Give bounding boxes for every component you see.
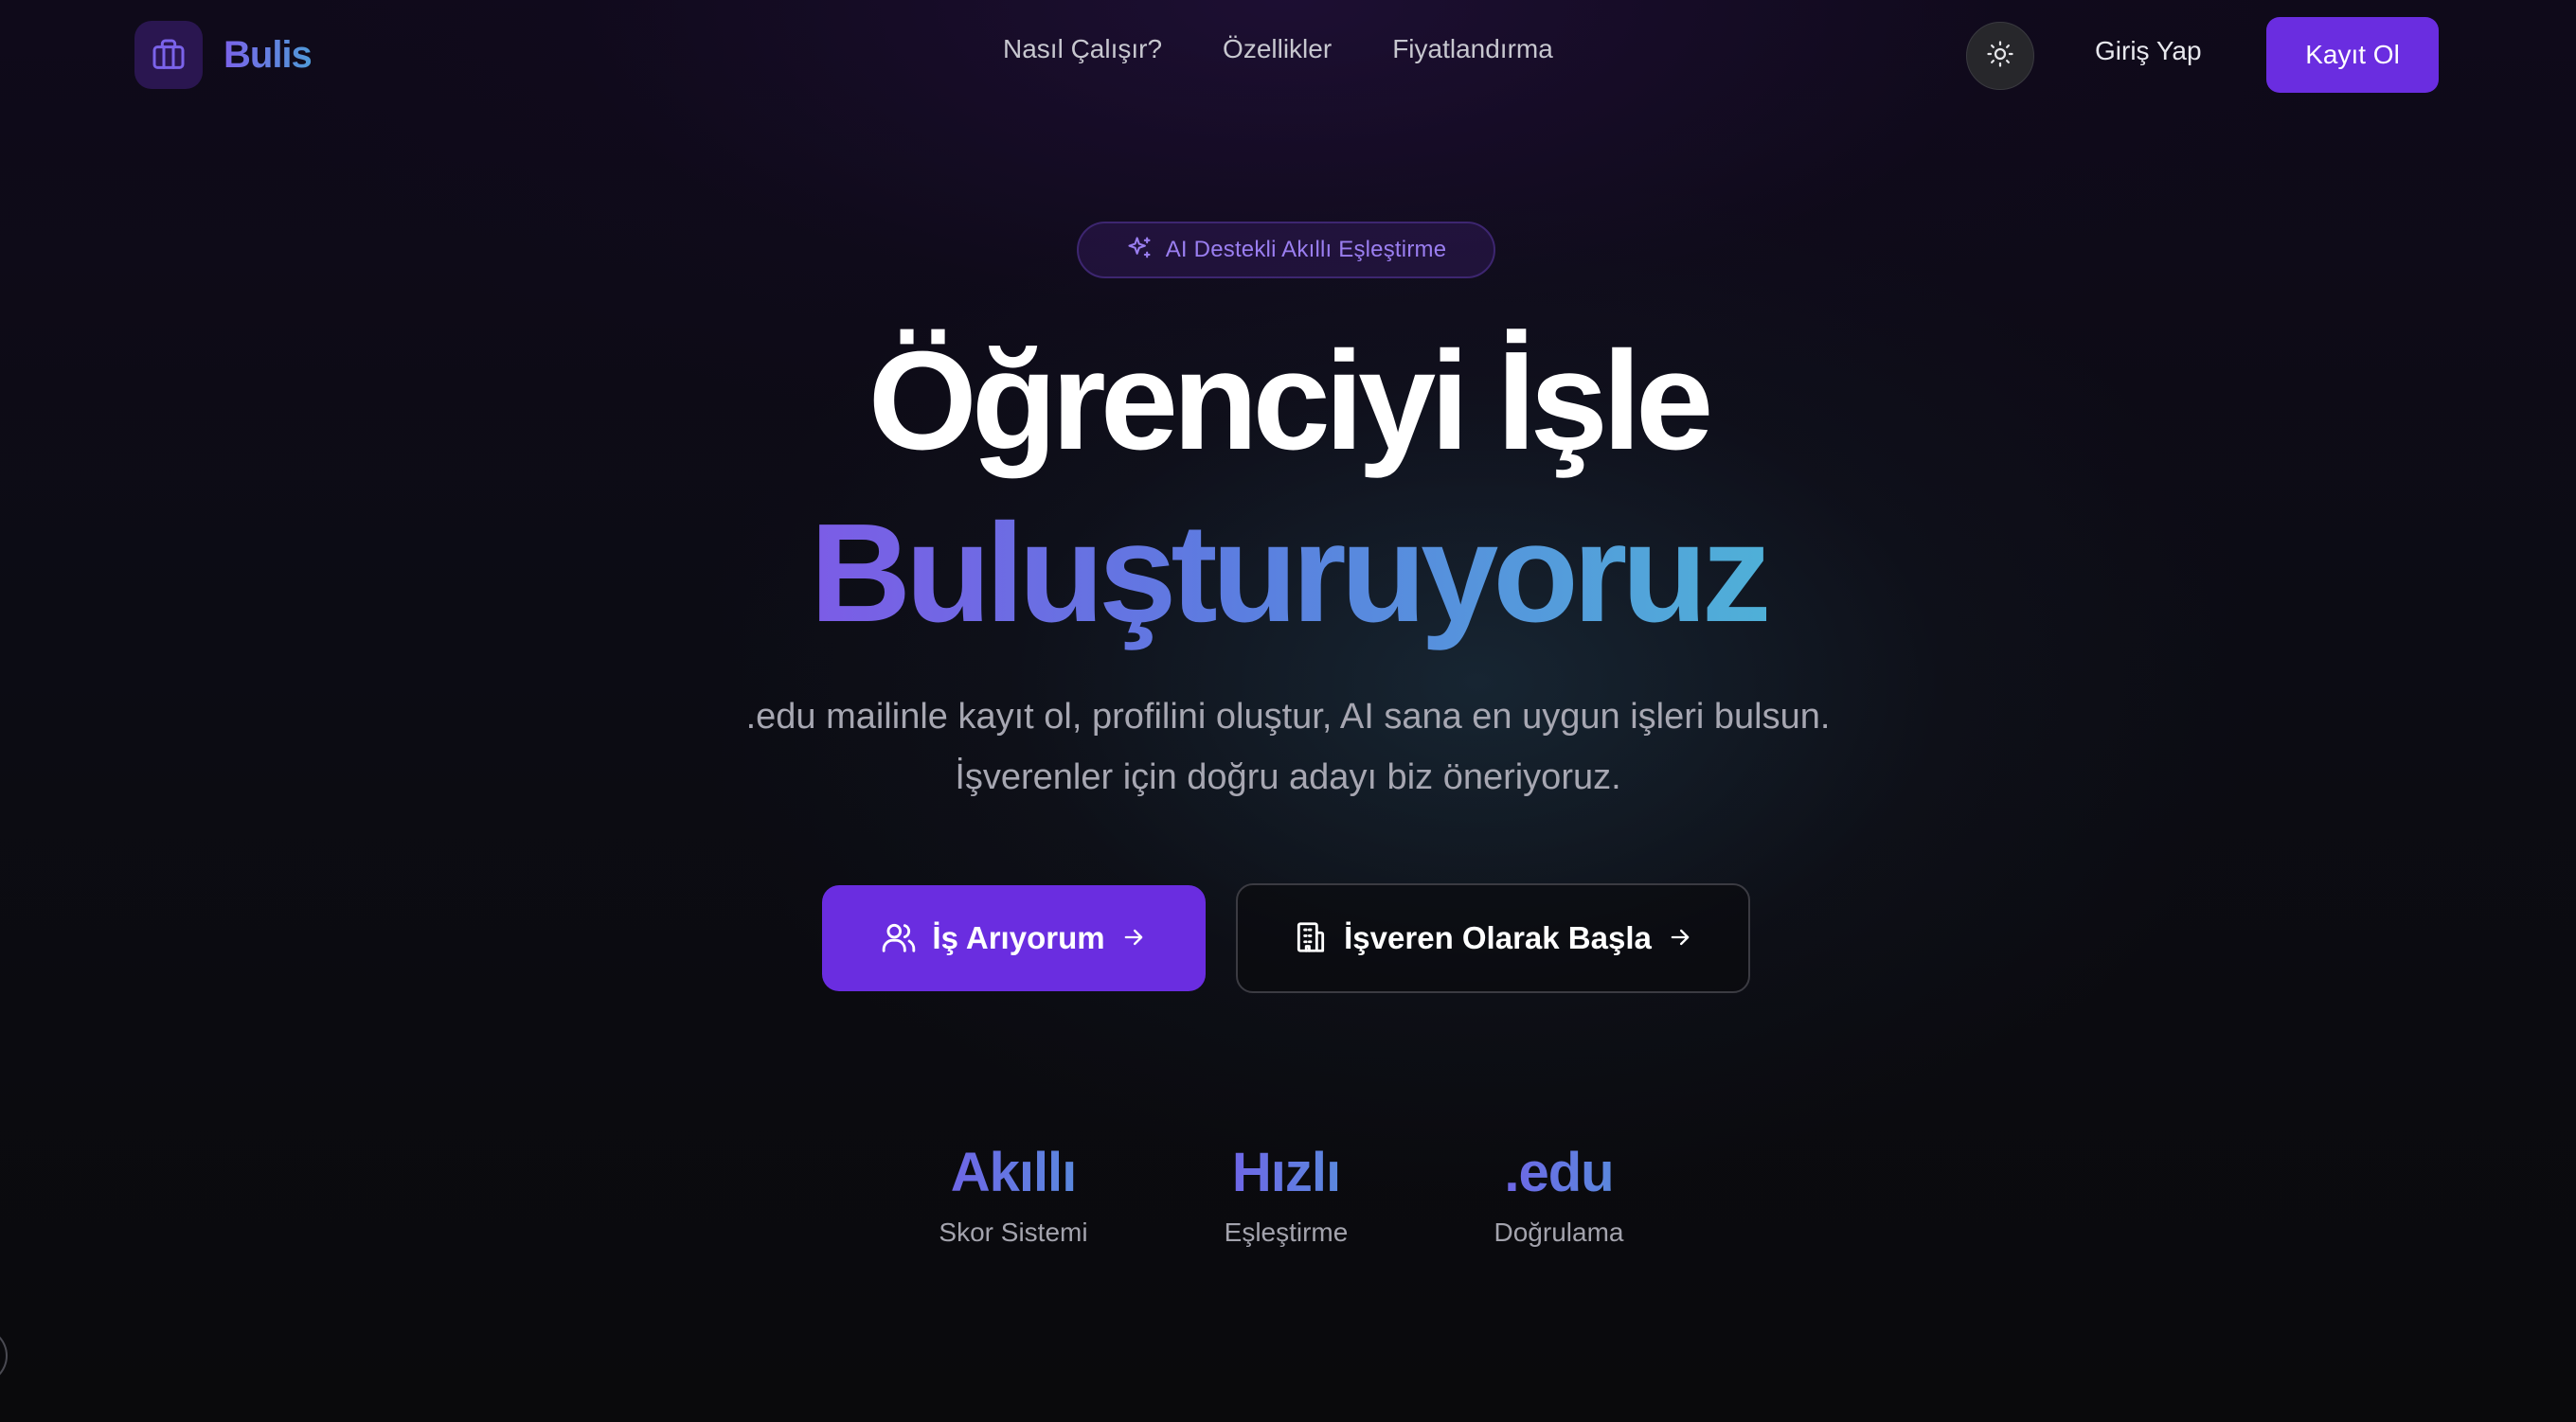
- sparkles-icon: [1126, 235, 1153, 266]
- stat-value: Hızlı: [1231, 1142, 1341, 1203]
- nav-link-features[interactable]: Özellikler: [1223, 34, 1332, 64]
- hero-title-gradient: Buluşturuyoruz: [810, 495, 1772, 651]
- top-navbar: Bulis Nasıl Çalışır? Özellikler Fiyatlan…: [0, 0, 2576, 110]
- nav-link-pricing[interactable]: Fiyatlandırma: [1392, 34, 1553, 64]
- stat-fast: Hızlı Eşleştirme: [1163, 1146, 1409, 1248]
- stat-value: .edu: [1504, 1142, 1614, 1203]
- briefcase-icon: [134, 21, 203, 89]
- employer-label: İşveren Olarak Başla: [1344, 920, 1652, 955]
- hero-title-line1: Öğrenciyi İşle: [868, 323, 1714, 479]
- employer-button[interactable]: İşveren Olarak Başla: [1236, 883, 1750, 993]
- arrow-right-icon: [1667, 924, 1693, 953]
- hero-subtitle-line1: .edu mailinle kayıt ol, profilini oluştu…: [745, 697, 1831, 737]
- stat-label: Eşleştirme: [1224, 1218, 1349, 1247]
- job-seeker-button[interactable]: İş Arıyorum: [822, 885, 1206, 991]
- building-icon: [1293, 919, 1329, 958]
- logo-link[interactable]: Bulis: [134, 21, 313, 89]
- job-seeker-label: İş Arıyorum: [932, 920, 1105, 955]
- badge-text: AI Destekli Akıllı Eşleştirme: [1165, 237, 1447, 262]
- nav-link-how-it-works[interactable]: Nasıl Çalışır?: [1003, 34, 1162, 64]
- stat-value: Akıllı: [950, 1142, 1078, 1203]
- signup-button[interactable]: Kayıt Ol: [2266, 17, 2439, 93]
- stat-edu: .edu Doğrulama: [1436, 1146, 1682, 1248]
- stat-label: Doğrulama: [1494, 1218, 1624, 1247]
- arrow-right-icon: [1120, 924, 1147, 953]
- main-nav: Nasıl Çalışır? Özellikler Fiyatlandırma: [1003, 34, 1553, 64]
- hero-title-line2: Buluşturuyoruz: [0, 500, 2576, 647]
- login-link[interactable]: Giriş Yap: [2095, 36, 2202, 66]
- theme-toggle-button[interactable]: [1966, 22, 2034, 90]
- hero-subtitle-line2: İşverenler için doğru adayı biz öneriyor…: [955, 757, 1621, 797]
- ai-badge: AI Destekli Akıllı Eşleştirme: [1077, 222, 1495, 278]
- logo-text: Bulis: [224, 33, 313, 76]
- users-icon: [881, 919, 917, 958]
- stat-label: Skor Sistemi: [939, 1218, 1088, 1247]
- stat-smart: Akıllı Skor Sistemi: [890, 1146, 1136, 1248]
- sun-icon: [1986, 40, 2014, 73]
- side-handle[interactable]: [0, 1327, 8, 1384]
